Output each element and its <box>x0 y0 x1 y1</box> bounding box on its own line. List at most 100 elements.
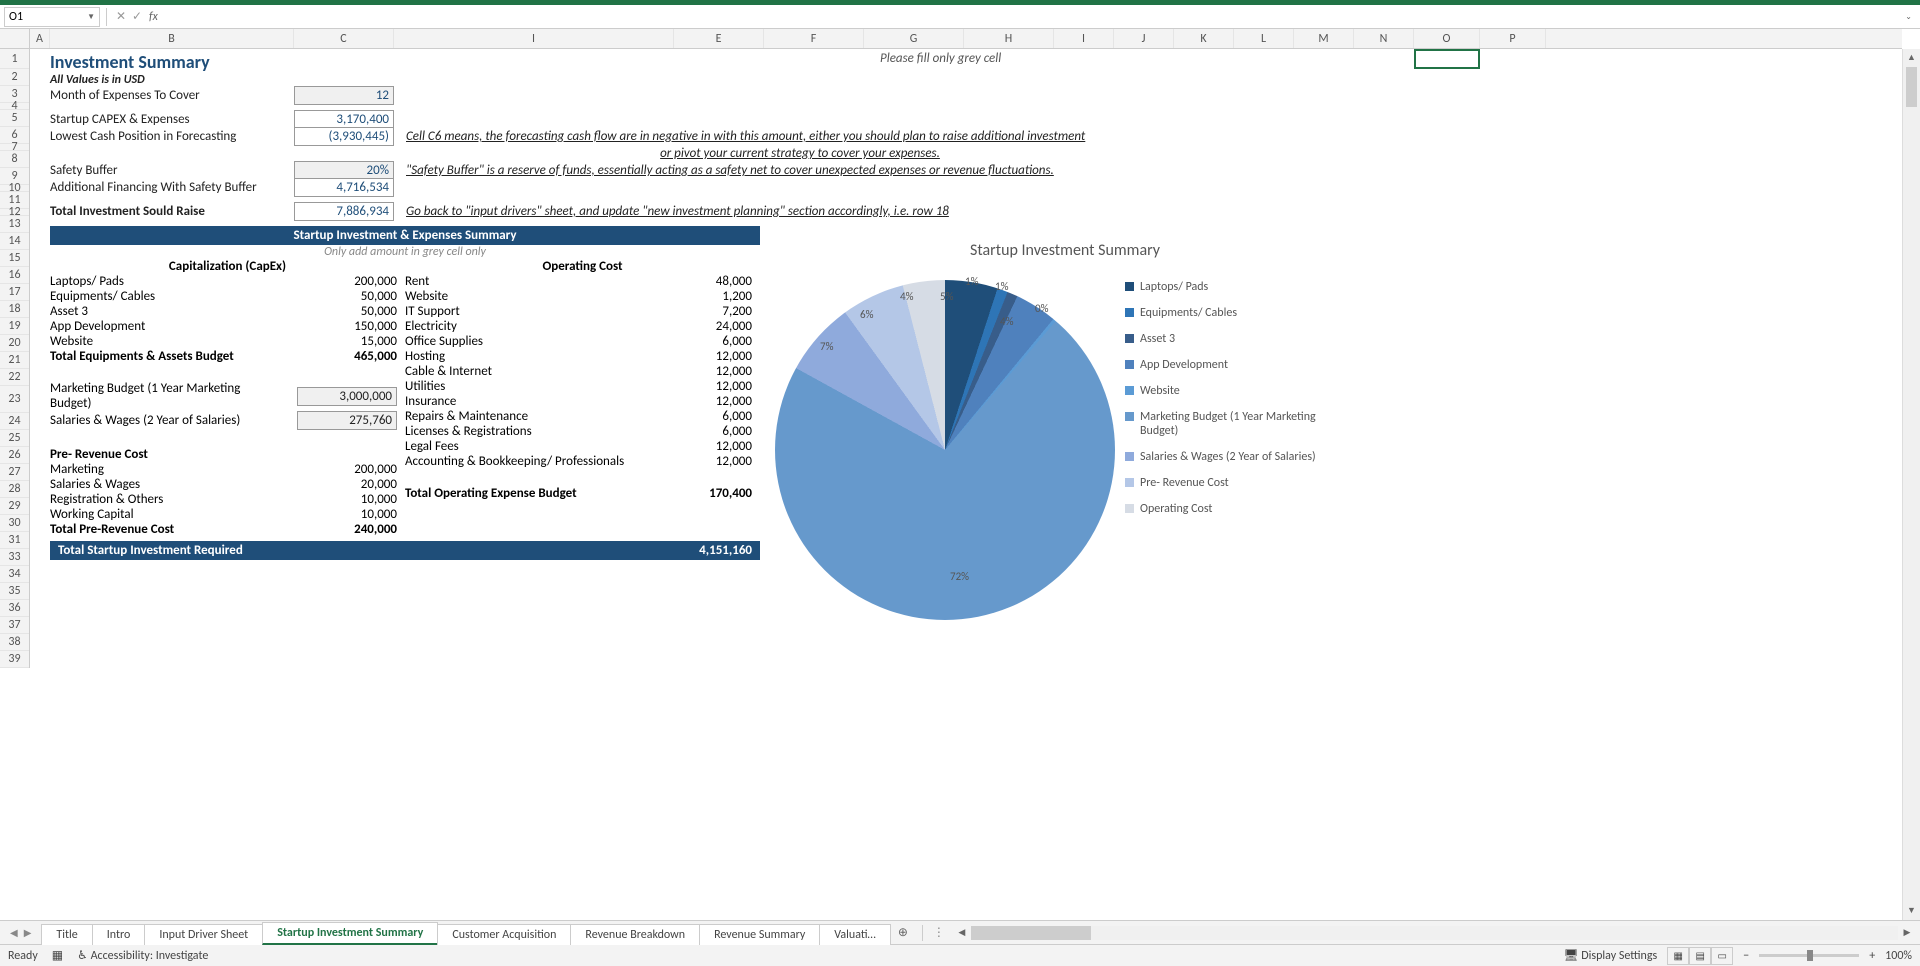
formula-input[interactable] <box>162 7 1905 27</box>
scroll-right-icon[interactable]: ▶ <box>1898 927 1916 938</box>
view-normal-button[interactable]: ▦ <box>1667 947 1689 965</box>
row-header[interactable]: 29 <box>0 498 29 515</box>
add-sheet-button[interactable]: ⊕ <box>890 925 916 940</box>
zoom-in-button[interactable]: + <box>1869 949 1875 963</box>
row-header[interactable]: 21 <box>0 352 29 369</box>
input-marketing-budget[interactable]: 3,000,000 <box>297 387 397 406</box>
column-header[interactable]: C <box>294 29 394 48</box>
scroll-down-icon[interactable]: ▼ <box>1903 902 1920 920</box>
column-header[interactable]: J <box>1114 29 1174 48</box>
row-header[interactable]: 18 <box>0 301 29 318</box>
row-header[interactable]: 19 <box>0 318 29 335</box>
column-header[interactable]: M <box>1294 29 1354 48</box>
row-header[interactable]: 10 <box>0 185 29 192</box>
fx-icon[interactable]: fx <box>149 10 158 24</box>
row-header[interactable]: 33 <box>0 549 29 566</box>
column-header[interactable]: E <box>674 29 764 48</box>
row-header[interactable]: 34 <box>0 566 29 583</box>
input-salaries[interactable]: 275,760 <box>297 411 397 430</box>
sheet-tab[interactable]: Input Driver Sheet <box>144 924 263 945</box>
column-header[interactable]: F <box>764 29 864 48</box>
page-title: Investment Summary <box>50 49 210 73</box>
horizontal-scrollbar[interactable]: ◀ ▶ <box>949 926 1920 940</box>
macro-icon[interactable]: ▦ <box>52 948 63 963</box>
hscroll-thumb[interactable] <box>971 926 1091 940</box>
row-header[interactable]: 7 <box>0 144 29 151</box>
name-box[interactable]: O1 ▼ <box>4 7 100 27</box>
accessibility-status[interactable]: ♿︎ Accessibility: Investigate <box>77 948 208 963</box>
row-header[interactable]: 20 <box>0 335 29 352</box>
column-header[interactable]: I <box>394 29 674 48</box>
row-value: 6,000 <box>672 409 752 424</box>
zoom-slider[interactable] <box>1759 954 1859 957</box>
column-header[interactable]: L <box>1234 29 1294 48</box>
tab-menu-icon[interactable]: ⋮ <box>929 925 949 940</box>
row-label: Licenses & Registrations <box>405 424 672 439</box>
row-header[interactable]: 14 <box>0 233 29 250</box>
sheet-tab[interactable]: Title <box>41 924 92 945</box>
column-header[interactable]: H <box>964 29 1054 48</box>
row-header[interactable]: 12 <box>0 209 29 216</box>
column-header[interactable]: B <box>50 29 294 48</box>
sheet-tab[interactable]: Valuati… <box>819 924 891 945</box>
sheet-tab[interactable]: Revenue Breakdown <box>570 924 700 945</box>
view-page-layout-button[interactable]: ▤ <box>1689 947 1711 965</box>
row-header[interactable]: 2 <box>0 69 29 86</box>
scrollbar-thumb[interactable] <box>1906 67 1917 107</box>
tab-nav-buttons[interactable]: ◀ ▶ <box>0 926 41 939</box>
row-header[interactable]: 25 <box>0 430 29 447</box>
legend-swatch <box>1125 360 1134 369</box>
scroll-left-icon[interactable]: ◀ <box>953 927 971 938</box>
row-header[interactable]: 16 <box>0 267 29 284</box>
cancel-icon[interactable]: ✕ <box>113 9 129 25</box>
row-header[interactable]: 17 <box>0 284 29 301</box>
sheet-tab[interactable]: Intro <box>92 924 146 945</box>
column-header[interactable]: G <box>864 29 964 48</box>
sheet-content[interactable]: Investment Summary Please fill only grey… <box>30 49 1902 920</box>
row-header[interactable]: 26 <box>0 447 29 464</box>
row-header[interactable]: 35 <box>0 583 29 600</box>
row-header[interactable]: 31 <box>0 532 29 549</box>
row-header[interactable]: 23 <box>0 386 29 413</box>
column-header[interactable]: A <box>30 29 50 48</box>
row-header[interactable]: 8 <box>0 151 29 168</box>
row-label: Website <box>50 334 317 349</box>
row-header[interactable]: 4 <box>0 103 29 110</box>
row-header[interactable]: 1 <box>0 49 29 69</box>
enter-icon[interactable]: ✓ <box>129 9 145 25</box>
display-settings-button[interactable]: 🖥︎ Display Settings <box>1563 948 1657 963</box>
column-header[interactable]: P <box>1480 29 1546 48</box>
select-all-corner[interactable] <box>0 29 30 48</box>
column-header[interactable]: O <box>1414 29 1480 48</box>
row-header[interactable]: 5 <box>0 110 29 127</box>
row-header[interactable]: 28 <box>0 481 29 498</box>
row-header[interactable]: 38 <box>0 634 29 651</box>
sheet-tab[interactable]: Revenue Summary <box>699 924 820 945</box>
vertical-scrollbar[interactable]: ▲ ▼ <box>1902 49 1920 920</box>
column-header[interactable]: N <box>1354 29 1414 48</box>
column-header[interactable]: I <box>1054 29 1114 48</box>
row-header[interactable]: 37 <box>0 617 29 634</box>
view-page-break-button[interactable]: ▭ <box>1711 947 1733 965</box>
name-box-dropdown-icon[interactable]: ▼ <box>87 12 95 22</box>
sheet-tab[interactable]: Startup Investment Summary <box>262 922 438 945</box>
row-header[interactable]: 27 <box>0 464 29 481</box>
input-months[interactable]: 12 <box>294 86 394 105</box>
tab-prev-icon[interactable]: ◀ <box>10 926 18 939</box>
row-header[interactable]: 24 <box>0 413 29 430</box>
row-header[interactable]: 13 <box>0 216 29 233</box>
row-header[interactable]: 39 <box>0 651 29 668</box>
sheet-tabs: TitleIntroInput Driver SheetStartup Inve… <box>41 921 889 945</box>
zoom-out-button[interactable]: − <box>1743 949 1749 963</box>
note-total-raise: Go back to "input drivers" sheet, and up… <box>406 204 949 219</box>
column-header[interactable]: K <box>1174 29 1234 48</box>
row-header[interactable]: 36 <box>0 600 29 617</box>
expand-formula-icon[interactable]: ⌄ <box>1905 12 1912 22</box>
tab-next-icon[interactable]: ▶ <box>24 926 32 939</box>
row-header[interactable]: 15 <box>0 250 29 267</box>
zoom-level[interactable]: 100% <box>1885 949 1912 963</box>
row-header[interactable]: 22 <box>0 369 29 386</box>
scroll-up-icon[interactable]: ▲ <box>1903 49 1920 67</box>
row-header[interactable]: 30 <box>0 515 29 532</box>
sheet-tab[interactable]: Customer Acquisition <box>437 924 571 945</box>
